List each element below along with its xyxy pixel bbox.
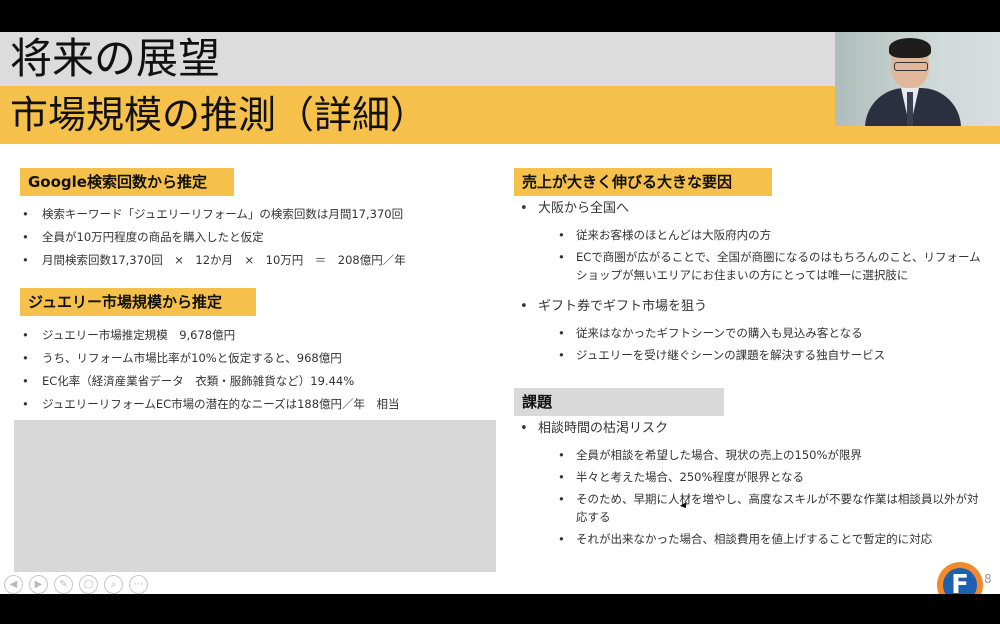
list-item: ジュエリー市場推定規模 9,678億円 [16,324,496,347]
slide-toolbar: ◀ ▶ ✎ ▢ ⌕ ⋯ [4,572,154,594]
list-item: ジュエリーリフォームEC市場の潜在的なニーズは188億円／年 相当 [16,393,496,416]
group-label: ギフト券でギフト市場を狙う [512,296,982,318]
prev-icon[interactable]: ◀ [4,575,23,594]
presenter-hair [889,38,931,58]
group-label: 相談時間の枯渇リスク [512,418,982,440]
sub-item: 全員が相談を希望した場合、現状の売上の150%が限界 [512,446,982,464]
slide-title: 将来の展望 [10,34,221,83]
brand-logo-icon: F [937,562,983,594]
right-heading-issues: 課題 [514,388,724,416]
presenter-glasses [894,62,928,71]
list-item: 大阪から全国へ 従来お客様のほとんどは大阪府内の方 ECで商圏が広がることで、全… [512,198,982,284]
more-icon[interactable]: ⋯ [129,575,148,594]
list-item: 全員が10万円程度の商品を購入したと仮定 [16,226,496,249]
page-number: 8 [984,572,992,586]
pen-icon[interactable]: ✎ [54,575,73,594]
presenter-tie [907,92,913,126]
zoom-icon[interactable]: ⌕ [104,575,123,594]
group-label: 大阪から全国へ [512,198,982,220]
list-item: 月間検索回数17,370回 × 12か月 × 10万円 ＝ 208億円／年 [16,249,496,272]
webcam-video [835,32,1000,126]
right-list-issues: 相談時間の枯渇リスク 全員が相談を希望した場合、現状の売上の150%が限界 半々… [512,418,982,552]
video-letterbox-bottom [0,594,1000,624]
list-item: うち、リフォーム市場比率が10%と仮定すると、968億円 [16,347,496,370]
slide-title-band: 将来の展望 [0,32,835,86]
sub-item: 半々と考えた場合、250%程度が限界となる [512,468,982,486]
list-item: EC化率（経済産業省データ 衣類・服飾雑貨など）19.44% [16,370,496,393]
copy-icon[interactable]: ▢ [79,575,98,594]
slide-subtitle: 市場規模の推測（詳細） [10,93,429,137]
list-item: 相談時間の枯渇リスク 全員が相談を希望した場合、現状の売上の150%が限界 半々… [512,418,982,548]
next-icon[interactable]: ▶ [29,575,48,594]
sub-item: それが出来なかった場合、相談費用を値上げすることで暫定的に対応 [512,530,982,548]
left-list-market: ジュエリー市場推定規模 9,678億円 うち、リフォーム市場比率が10%と仮定す… [16,324,496,416]
left-list-google: 検索キーワード「ジュエリーリフォーム」の検索回数は月間17,370回 全員が10… [16,203,496,272]
logo-letter: F [943,568,977,594]
video-letterbox-top [0,0,1000,32]
left-heading-market: ジュエリー市場規模から推定 [20,288,256,316]
sub-item: ジュエリーを受け継ぐシーンの課題を解決する独自サービス [512,346,982,364]
sub-item: そのため、早期に人材を増やし、高度なスキルが不要な作業は相談員以外が対応する [512,490,982,526]
sub-item: 従来お客様のほとんどは大阪府内の方 [512,226,982,244]
list-item: 検索キーワード「ジュエリーリフォーム」の検索回数は月間17,370回 [16,203,496,226]
placeholder-box [14,420,496,572]
presentation-slide: 将来の展望 市場規模の推測（詳細） Google検索回数から推定 検索キーワード… [0,32,1000,594]
sub-item: ECで商圏が広がることで、全国が商圏になるのはもちろんのこと、リフォームショップ… [512,248,982,284]
list-item: ギフト券でギフト市場を狙う 従来はなかったギフトシーンでの購入も見込み客となる … [512,296,982,364]
sub-item: 従来はなかったギフトシーンでの購入も見込み客となる [512,324,982,342]
right-list-growth: 大阪から全国へ 従来お客様のほとんどは大阪府内の方 ECで商圏が広がることで、全… [512,198,982,368]
left-heading-google: Google検索回数から推定 [20,168,234,196]
right-heading-growth: 売上が大きく伸びる大きな要因 [514,168,772,196]
